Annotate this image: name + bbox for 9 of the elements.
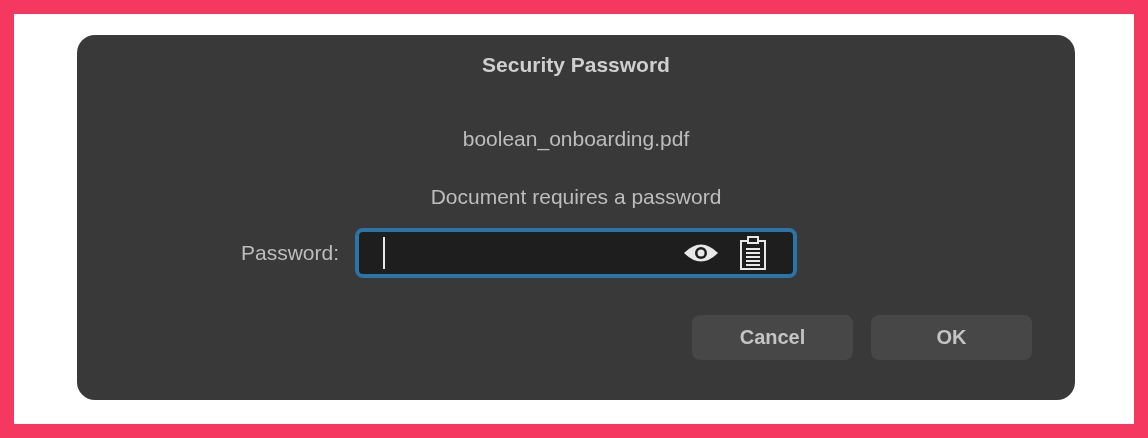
- cancel-button[interactable]: Cancel: [692, 315, 853, 360]
- dialog-title: Security Password: [482, 53, 670, 77]
- password-label: Password:: [239, 241, 339, 265]
- ok-button[interactable]: OK: [871, 315, 1032, 360]
- dialog-message: Document requires a password: [430, 185, 722, 209]
- file-name: boolean_onboarding.pdf: [462, 127, 690, 151]
- eye-icon[interactable]: [683, 242, 719, 264]
- password-field[interactable]: [355, 228, 797, 278]
- clipboard-icon[interactable]: [739, 236, 767, 270]
